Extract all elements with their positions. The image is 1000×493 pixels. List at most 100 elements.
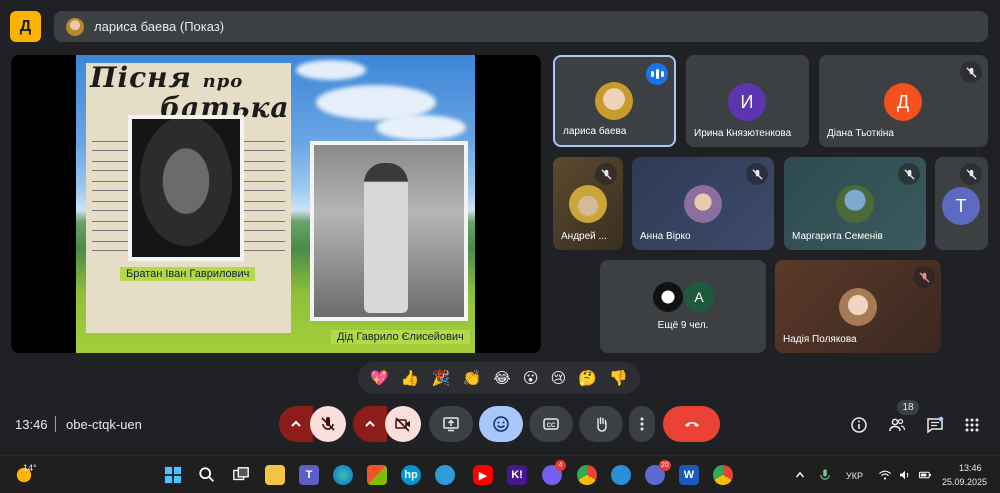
participant-tile[interactable]: Андрей ...	[553, 157, 623, 250]
captions-button[interactable]: CC	[529, 406, 573, 442]
camera-toggle-button[interactable]	[385, 406, 421, 442]
mic-options-button[interactable]	[279, 406, 313, 442]
caption-right: Дід Гаврило Єлисейович	[331, 330, 470, 344]
more-participants-tile[interactable]: A Ещё 9 чел.	[600, 260, 766, 353]
participant-tile[interactable]: Т	[935, 157, 988, 250]
app-badge: 20	[659, 460, 671, 471]
meeting-info-button[interactable]	[848, 414, 870, 436]
participant-avatar: Д	[884, 83, 922, 121]
volume-icon[interactable]	[895, 465, 915, 485]
reactions-bar: 💖 👍 🎉 👏 😂 😮 😢 🤔 👎	[358, 362, 640, 394]
participant-tile[interactable]: Д Діана Тьоткіна	[819, 55, 988, 147]
language-indicator[interactable]: УКР	[846, 471, 863, 481]
speaking-indicator-icon	[646, 63, 668, 85]
leave-call-button[interactable]	[663, 406, 720, 442]
presenter-bar[interactable]: лариса баева (Показ)	[54, 11, 988, 42]
reaction-clap[interactable]: 👏	[462, 369, 481, 387]
word-icon[interactable]: W	[679, 465, 699, 485]
meeting-code[interactable]: obe-ctqk-uen	[66, 417, 142, 432]
reaction-party[interactable]: 🎉	[432, 369, 451, 387]
reactions-button[interactable]	[479, 406, 523, 442]
edge-icon[interactable]	[333, 465, 353, 485]
mic-off-icon	[595, 163, 617, 185]
participant-tile[interactable]: Надія Полякова	[775, 260, 941, 353]
caption-left: Братан Іван Гаврилович	[120, 267, 256, 281]
people-icon	[889, 418, 906, 432]
mic-toggle-button[interactable]	[310, 406, 346, 442]
hp-icon[interactable]: hp	[401, 465, 421, 485]
participant-avatar: Т	[942, 187, 980, 225]
present-screen-button[interactable]	[429, 406, 473, 442]
reaction-thinking[interactable]: 🤔	[578, 369, 597, 387]
wifi-icon[interactable]	[875, 465, 895, 485]
hand-icon	[597, 417, 607, 432]
chat-button[interactable]	[924, 414, 946, 436]
portrait-image-left	[132, 119, 240, 257]
taskbar-date[interactable]: 25.09.2025	[942, 477, 987, 487]
closed-captions-icon: CC	[543, 418, 559, 430]
mic-off-icon	[746, 163, 768, 185]
chevron-up-icon	[365, 420, 375, 427]
search-icon[interactable]	[197, 465, 217, 485]
battery-icon[interactable]	[915, 465, 935, 485]
reaction-thumbs-down[interactable]: 👎	[609, 369, 628, 387]
kahoot-icon[interactable]: K!	[507, 465, 527, 485]
app-icon[interactable]	[611, 465, 631, 485]
svg-text:CC: CC	[547, 423, 556, 429]
hang-up-icon	[684, 422, 699, 427]
participant-avatar	[684, 185, 722, 223]
slide-title-line2: про	[202, 71, 244, 92]
teams-icon[interactable]: T	[299, 465, 319, 485]
chrome-icon[interactable]	[577, 465, 597, 485]
slide-title: Пісня про батька	[90, 64, 289, 122]
more-options-button[interactable]	[629, 406, 655, 442]
store-icon[interactable]	[367, 465, 387, 485]
taskbar-time[interactable]: 13:46	[959, 463, 982, 473]
reaction-heart[interactable]: 💖	[370, 369, 389, 387]
raise-hand-button[interactable]	[579, 406, 623, 442]
windows-taskbar: 14° T hp ▶ K! 4 20 W УКР 13:46 25.09.202…	[0, 455, 1000, 493]
participant-avatar	[836, 185, 874, 223]
emoji-icon	[493, 416, 509, 432]
participant-tile[interactable]: Маргарита Семенів	[784, 157, 926, 250]
mic-off-icon	[960, 163, 982, 185]
chrome-icon[interactable]	[713, 465, 733, 485]
reaction-surprised[interactable]: 😮	[523, 369, 539, 387]
participant-name: Андрей ...	[561, 231, 607, 242]
youtube-icon[interactable]: ▶	[473, 465, 493, 485]
more-vert-icon	[640, 417, 644, 431]
participant-tile[interactable]: Анна Вірко	[632, 157, 774, 250]
task-view-icon[interactable]	[231, 465, 251, 485]
chevron-up-icon	[291, 420, 301, 427]
portrait-photo-right	[310, 141, 468, 321]
presentation-slide: Пісня про батька Братан Іван Гаврилович …	[76, 55, 475, 353]
chat-icon	[927, 416, 944, 434]
presentation-stage[interactable]: Пісня про батька Братан Іван Гаврилович …	[11, 55, 541, 353]
participant-name: Анна Вірко	[640, 231, 691, 242]
file-explorer-icon[interactable]	[265, 465, 285, 485]
portrait-image-right	[314, 145, 464, 317]
start-icon[interactable]	[163, 465, 183, 485]
cloud-shape	[296, 60, 366, 80]
app-logo[interactable]: Д	[10, 11, 41, 42]
reaction-thumbs-up[interactable]: 👍	[401, 369, 420, 387]
people-count-badge: 18	[897, 400, 919, 415]
people-button[interactable]	[886, 414, 908, 436]
activities-button[interactable]	[961, 414, 983, 436]
reaction-laugh[interactable]: 😂	[493, 369, 511, 387]
chevron-up-icon[interactable]	[790, 465, 810, 485]
divider	[55, 416, 56, 432]
reaction-sad[interactable]: 😢	[551, 369, 567, 387]
participant-name: Ирина Князютенкова	[694, 128, 792, 139]
participant-tile[interactable]: лариса баева	[553, 55, 676, 147]
participant-tile[interactable]: И Ирина Князютенкова	[686, 55, 809, 147]
mic-off-icon	[913, 266, 935, 288]
avatar-letter: Д	[896, 91, 910, 112]
mic-icon[interactable]	[815, 465, 835, 485]
participant-name: Маргарита Семенів	[792, 231, 883, 242]
camera-options-button[interactable]	[353, 406, 387, 442]
mic-off-icon	[960, 61, 982, 83]
mic-off-icon	[898, 163, 920, 185]
app-icon[interactable]	[435, 465, 455, 485]
weather-temp: 14°	[23, 463, 37, 473]
